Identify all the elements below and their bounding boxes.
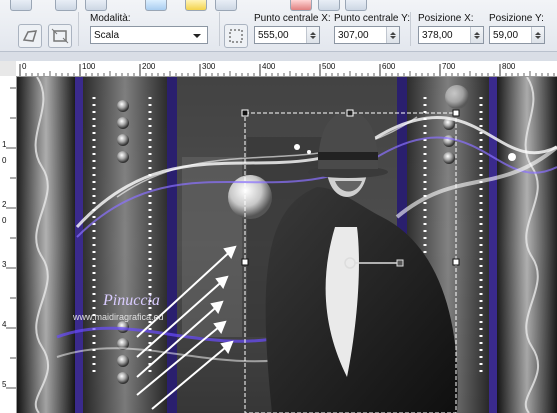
toolbar-tab-button[interactable] [55,0,77,11]
center-y-spinner[interactable] [386,27,399,43]
ruler-label: 2 [2,200,7,209]
artwork: Pinuccia www.maidiragrafica.eu [17,77,557,413]
rotation-handle[interactable] [396,259,404,267]
toolbar-tab-button[interactable] [345,0,367,11]
position-y-spinner[interactable] [531,27,544,43]
center-x-value: 555,00 [258,30,289,41]
ruler-label: 0 [2,156,7,165]
horizontal-ruler: 0 100 200 300 400 500 600 700 800 [16,61,557,77]
center-x-label: Punto centrale X: [254,13,331,24]
ruler-label: 600 [382,62,396,71]
resize-handle[interactable] [241,258,249,266]
position-x-label: Posizione X: [418,13,474,24]
toolbar-tab-button[interactable] [185,0,207,11]
position-y-label: Posizione Y: [489,13,544,24]
position-x-input[interactable]: 378,00 [418,26,484,44]
resize-handle[interactable] [452,258,460,266]
reset-transform-icon[interactable] [224,24,248,48]
position-x-spinner[interactable] [470,27,483,43]
toolbar-tab-button[interactable] [85,0,107,11]
ruler-label: 4 [2,320,7,329]
vertical-ruler: 1 0 2 0 3 4 5 [0,76,17,413]
toolbar-tab-button-active[interactable] [145,0,167,11]
ruler-label: 3 [2,260,7,269]
toolbar-separator [78,12,79,46]
toolbar-tab-button[interactable] [10,0,32,11]
ruler-label: 800 [502,62,516,71]
center-y-input[interactable]: 307,00 [334,26,400,44]
tool-options-bar: Modalità: Scala Punto centrale X: 555,00… [0,0,557,52]
document-tab-strip [0,52,557,61]
deform-icon[interactable] [18,24,42,48]
image-canvas[interactable]: Pinuccia www.maidiragrafica.eu [17,77,557,413]
position-x-value: 378,00 [422,30,453,41]
ruler-label: 200 [142,62,156,71]
toolbar-separator [410,12,411,46]
center-x-input[interactable]: 555,00 [254,26,320,44]
resize-handle[interactable] [346,109,354,117]
mode-select[interactable]: Scala [90,26,208,44]
mode-select-value: Scala [94,30,120,41]
chevron-down-icon [193,34,201,42]
center-y-value: 307,00 [338,30,369,41]
ruler-label: 1 [2,140,7,149]
resize-handle[interactable] [241,109,249,117]
ruler-label: 5 [2,380,7,389]
ruler-label: 0 [22,62,27,71]
toolbar-tab-button[interactable] [318,0,340,11]
toolbar-tab-button[interactable] [215,0,237,11]
ruler-label: 100 [82,62,96,71]
watermark-name-text: Pinuccia [102,292,160,309]
ruler-label: 400 [262,62,276,71]
ruler-label: 0 [2,216,7,225]
watermark-url-text: www.maidiragrafica.eu [72,312,164,322]
position-y-value: 59,00 [493,30,519,41]
position-y-input[interactable]: 59,00 [489,26,545,44]
mode-label: Modalità: [90,13,131,24]
ruler-label: 300 [202,62,216,71]
toolbar-separator [219,12,220,46]
resize-handle[interactable] [452,109,460,117]
perspective-icon[interactable] [48,24,72,48]
ruler-label: 700 [442,62,456,71]
ruler-corner [0,61,17,77]
ruler-label: 500 [322,62,336,71]
center-y-label: Punto centrale Y: [334,13,410,24]
record-button[interactable] [290,0,312,11]
center-x-spinner[interactable] [306,27,319,43]
